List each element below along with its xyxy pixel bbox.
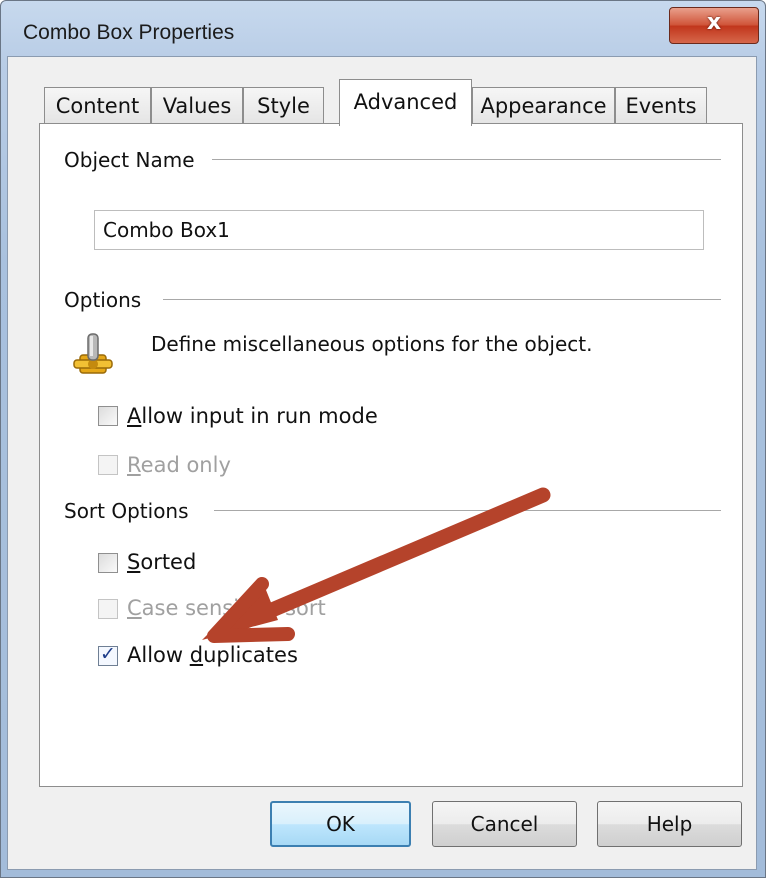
allow-duplicates-checkbox[interactable]: ✓ xyxy=(98,643,118,666)
help-button[interactable]: Help xyxy=(597,801,742,847)
allow-input-checkbox[interactable] xyxy=(98,406,118,426)
allow-input-label[interactable]: Allow input in run mode xyxy=(127,404,378,428)
read-only-checkbox[interactable] xyxy=(98,455,118,475)
object-name-divider xyxy=(212,159,721,160)
sorted-checkbox[interactable] xyxy=(98,553,118,573)
panel-content-layer: Object Name Combo Box1 Options Define mi… xyxy=(0,0,766,878)
object-name-input[interactable]: Combo Box1 xyxy=(94,210,704,250)
sort-options-group-label: Sort Options xyxy=(64,499,189,523)
sort-options-divider xyxy=(214,510,721,511)
sorted-label[interactable]: Sorted xyxy=(127,550,196,574)
case-sensitive-sort-label: Case sensitive sort xyxy=(127,596,326,620)
options-divider xyxy=(163,299,721,300)
checkmark-icon: ✓ xyxy=(100,643,116,665)
ok-button[interactable]: OK xyxy=(270,801,411,847)
case-sensitive-sort-checkbox[interactable] xyxy=(98,599,118,619)
gear-icon xyxy=(73,333,113,374)
object-name-group-label: Object Name xyxy=(64,148,195,172)
cancel-button[interactable]: Cancel xyxy=(432,801,577,847)
options-description: Define miscellaneous options for the obj… xyxy=(151,332,593,356)
allow-duplicates-label[interactable]: Allow duplicates xyxy=(127,643,298,667)
options-group-label: Options xyxy=(64,288,142,312)
read-only-label: Read only xyxy=(127,453,231,477)
